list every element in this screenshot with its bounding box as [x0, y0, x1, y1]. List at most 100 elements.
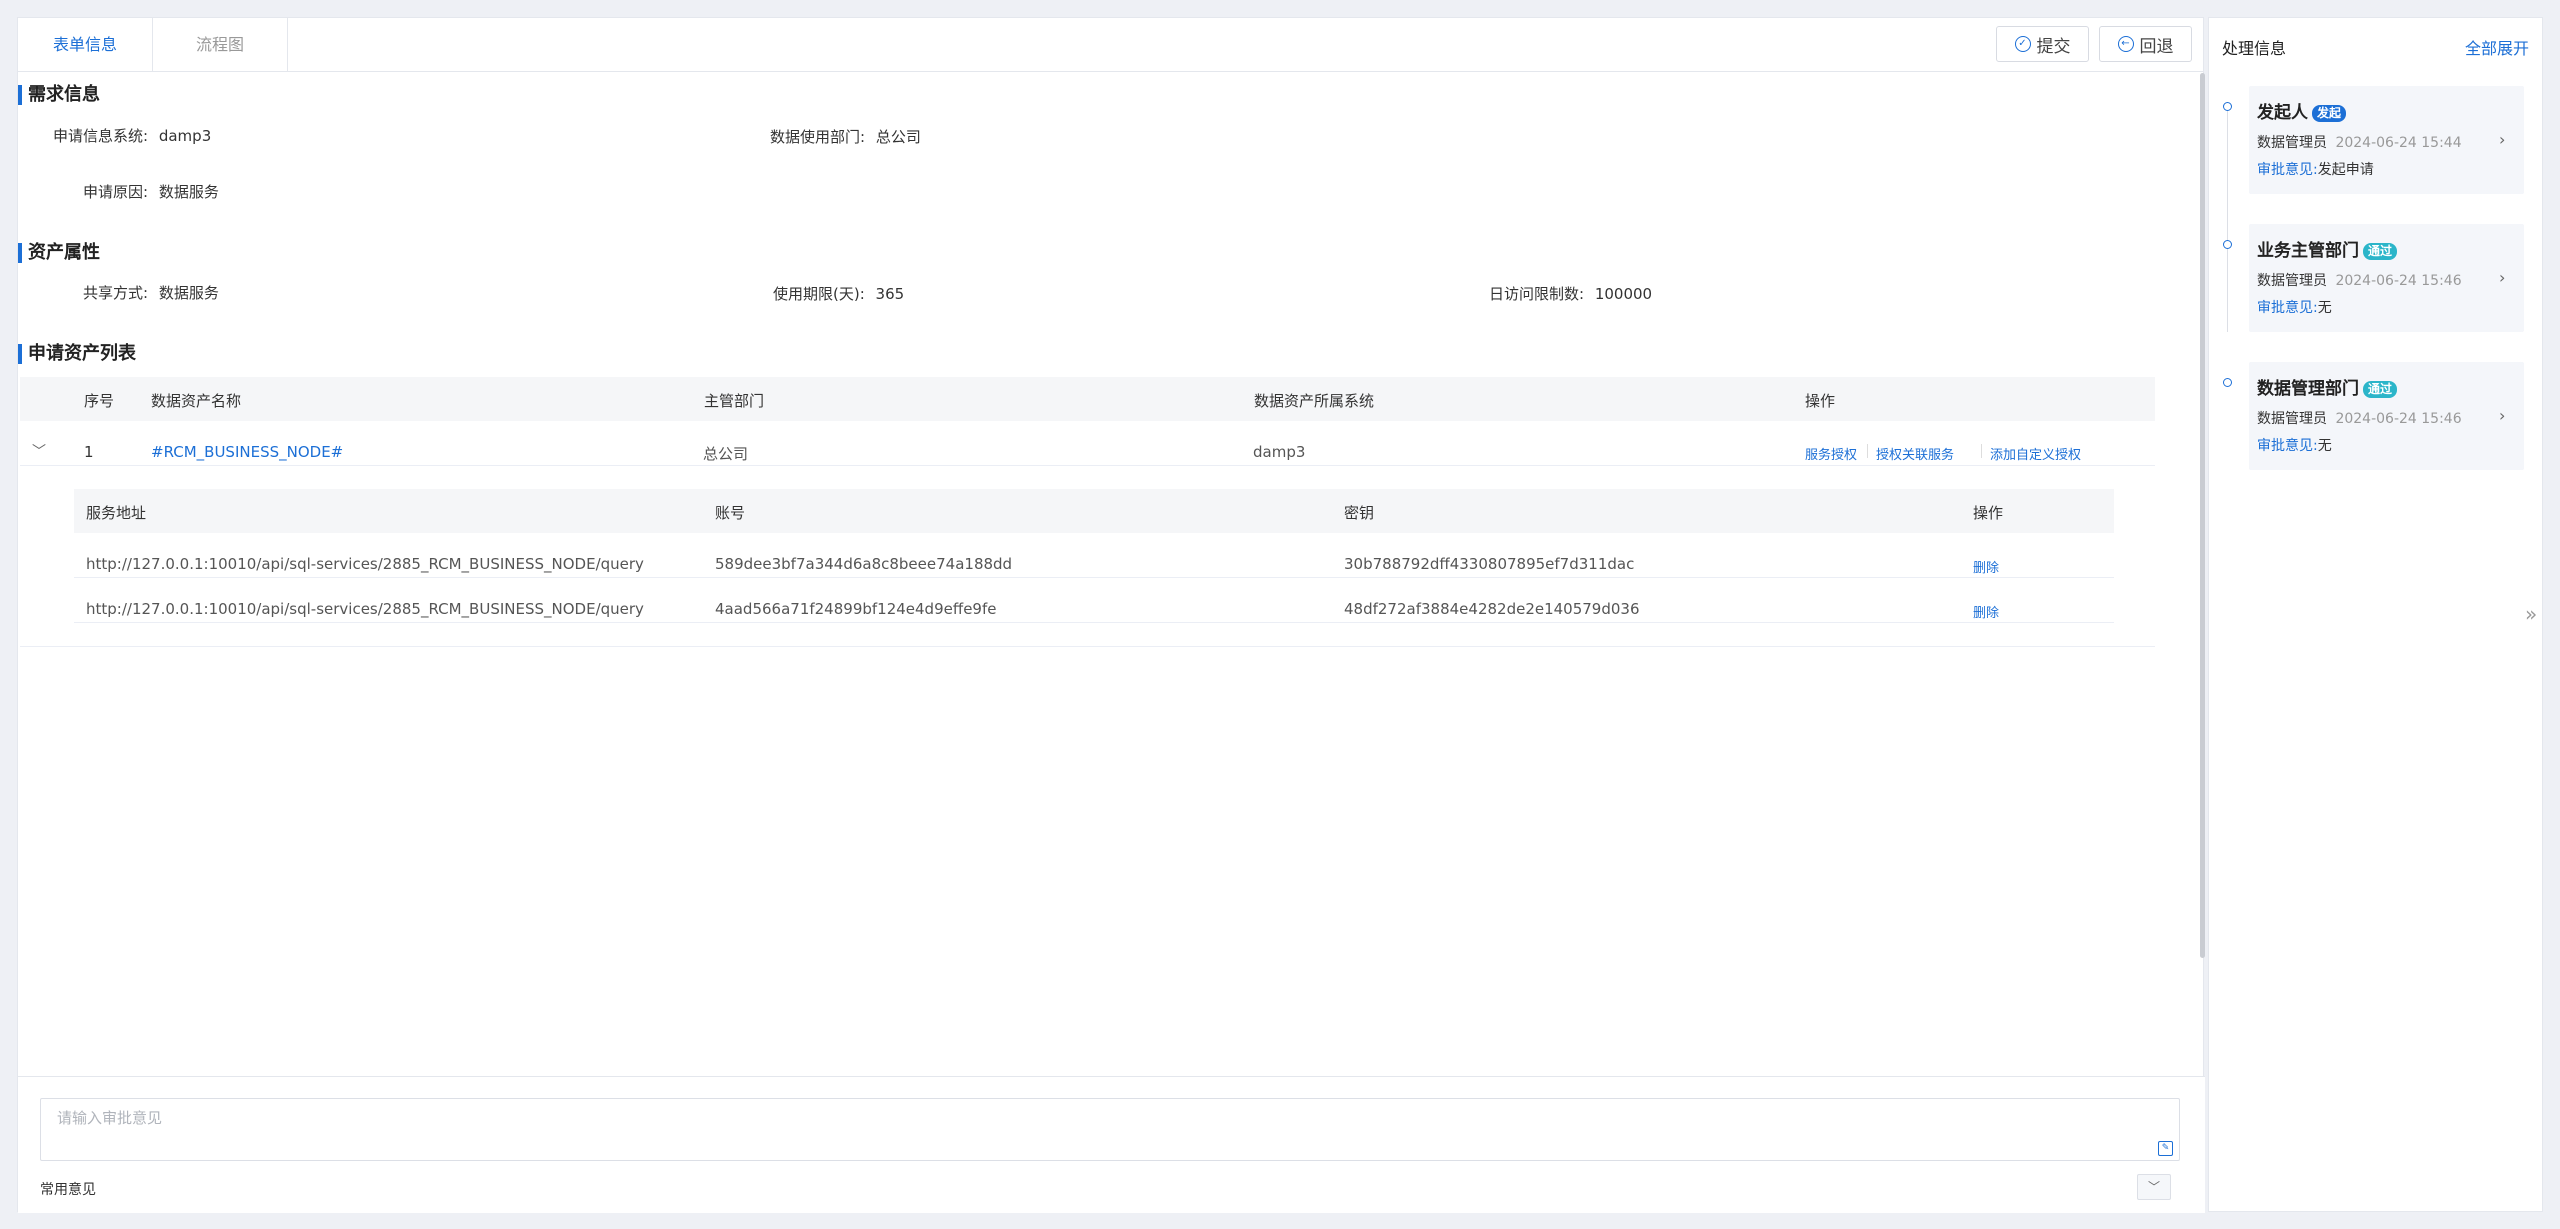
process-info-title: 处理信息 [2222, 39, 2287, 58]
node-title: 发起人 [2257, 103, 2308, 123]
service-account: 4aad566a71f24899bf124e4d9effe9fe [715, 600, 997, 618]
action-divider [1981, 444, 1982, 458]
service-secret: 30b788792dff4330807895ef7d311dac [1344, 555, 1635, 573]
timeline-node-business-dept[interactable]: 业务主管部门 通过 数据管理员 2024-06-24 15:46 › 审批意见:无 [2249, 224, 2524, 332]
section-title-asset-props: 资产属性 [18, 243, 100, 263]
back-button[interactable]: ← 回退 [2099, 26, 2192, 62]
use-period-value: 365 [875, 285, 905, 303]
collapse-panel-icon[interactable]: » [2525, 602, 2537, 626]
form-panel: 表单信息 流程图 ✓ 提交 ← 回退 需求信息 申请信息系统: damp3 数据… [17, 17, 2205, 1213]
col-header-service-url: 服务地址 [86, 504, 147, 522]
field-share-mode: 共享方式: 数据服务 [83, 284, 219, 302]
col-header-dept: 主管部门 [704, 392, 765, 410]
status-badge: 通过 [2363, 242, 2398, 260]
row-divider [74, 622, 2114, 623]
row-system: damp3 [1253, 443, 1306, 461]
col-header-service-actions: 操作 [1973, 504, 2004, 522]
row-dept: 总公司 [703, 445, 749, 463]
submit-button-label: 提交 [2036, 36, 2071, 57]
add-custom-auth-link[interactable]: 添加自定义授权 [1990, 444, 2081, 463]
col-header-asset-name: 数据资产名称 [151, 392, 242, 410]
action-divider [1867, 444, 1868, 458]
node-opinion: 审批意见:无 [2257, 300, 2332, 316]
common-opinion-label: 常用意见 [40, 1182, 96, 1198]
timeline-dot [2223, 240, 2232, 249]
col-header-account: 账号 [715, 504, 746, 522]
chevron-right-icon[interactable]: › [2499, 268, 2505, 287]
apply-system-value: damp3 [158, 127, 212, 145]
share-mode-value: 数据服务 [158, 284, 219, 302]
node-user: 数据管理员 [2257, 135, 2327, 151]
tab-form-info[interactable]: 表单信息 [18, 18, 153, 72]
node-time: 2024-06-24 15:46 [2335, 273, 2462, 289]
col-header-system: 数据资产所属系统 [1254, 392, 1375, 410]
expand-all-link[interactable]: 全部展开 [2465, 35, 2529, 59]
node-title-row: 数据管理部门 通过 [2257, 374, 2398, 399]
field-apply-reason: 申请原因: 数据服务 [83, 183, 219, 201]
node-meta: 数据管理员 2024-06-24 15:46 [2257, 270, 2462, 290]
back-button-label: 回退 [2139, 36, 2174, 57]
node-opinion: 审批意见:发起申请 [2257, 162, 2374, 178]
node-opinion-text: 无 [2317, 300, 2332, 316]
use-dept-value: 总公司 [875, 128, 921, 146]
chevron-right-icon[interactable]: › [2499, 130, 2505, 149]
bookmark-icon[interactable]: ✎ [2158, 1141, 2173, 1156]
col-header-actions: 操作 [1805, 392, 1836, 410]
tab-flowchart[interactable]: 流程图 [153, 18, 288, 72]
node-time: 2024-06-24 15:44 [2335, 135, 2462, 151]
col-header-secret: 密钥 [1344, 504, 1375, 522]
delete-link[interactable]: 删除 [1973, 557, 1999, 576]
chevron-right-icon[interactable]: › [2499, 406, 2505, 425]
timeline-dot [2223, 102, 2232, 111]
node-opinion: 审批意见:无 [2257, 438, 2332, 454]
row-divider [20, 465, 2155, 466]
node-title-row: 发起人 发起 [2257, 98, 2347, 123]
check-circle-icon: ✓ [2014, 36, 2031, 52]
col-header-index: 序号 [84, 392, 115, 410]
service-url: http://127.0.0.1:10010/api/sql-services/… [86, 600, 644, 618]
asset-name-link[interactable]: #RCM_BUSINESS_NODE# [151, 443, 343, 461]
row-divider [20, 646, 2155, 647]
chevron-down-icon[interactable]: ﹀ [32, 441, 46, 461]
submit-button[interactable]: ✓ 提交 [1996, 26, 2089, 62]
asset-table-header: 序号 数据资产名称 主管部门 数据资产所属系统 操作 [20, 377, 2155, 421]
vertical-scrollbar[interactable] [2200, 73, 2205, 958]
node-opinion-text: 无 [2317, 438, 2332, 454]
timeline-node-data-mgmt-dept[interactable]: 数据管理部门 通过 数据管理员 2024-06-24 15:46 › 审批意见:无 [2249, 362, 2524, 470]
apply-reason-value: 数据服务 [158, 183, 219, 201]
back-arrow-icon: ← [2117, 36, 2134, 52]
node-user: 数据管理员 [2257, 273, 2327, 289]
auth-related-service-link[interactable]: 授权关联服务 [1876, 444, 1954, 463]
field-apply-system: 申请信息系统: damp3 [53, 127, 212, 145]
opinion-input[interactable] [40, 1098, 2180, 1161]
status-badge: 通过 [2363, 380, 2398, 398]
timeline-node-initiator[interactable]: 发起人 发起 数据管理员 2024-06-24 15:44 › 审批意见:发起申请 [2249, 86, 2524, 194]
timeline-dot [2223, 378, 2232, 387]
service-url: http://127.0.0.1:10010/api/sql-services/… [86, 555, 644, 573]
tab-bar: 表单信息 流程图 [18, 18, 288, 72]
node-meta: 数据管理员 2024-06-24 15:44 [2257, 132, 2462, 152]
node-user: 数据管理员 [2257, 411, 2327, 427]
delete-link[interactable]: 删除 [1973, 602, 1999, 621]
node-meta: 数据管理员 2024-06-24 15:46 [2257, 408, 2462, 428]
service-table-header: 服务地址 账号 密钥 操作 [74, 489, 2114, 533]
status-badge: 发起 [2312, 104, 2347, 122]
node-title: 业务主管部门 [2257, 241, 2359, 261]
daily-limit-value: 100000 [1594, 285, 1653, 303]
service-account: 589dee3bf7a344d6a8c8beee74a188dd [715, 555, 1013, 573]
service-auth-link[interactable]: 服务授权 [1805, 444, 1857, 463]
common-opinion-dropdown[interactable]: ﹀ [2137, 1174, 2171, 1200]
service-secret: 48df272af3884e4282de2e140579d036 [1344, 600, 1640, 618]
node-opinion-text: 发起申请 [2317, 162, 2374, 178]
section-title-asset-list: 申请资产列表 [18, 344, 136, 364]
timeline-line [2227, 102, 2228, 332]
node-title: 数据管理部门 [2257, 379, 2359, 399]
node-title-row: 业务主管部门 通过 [2257, 236, 2398, 261]
field-use-period: 使用期限(天): 365 [773, 285, 905, 303]
opinion-area: ✎ 常用意见 ﹀ [18, 1076, 2205, 1213]
process-info-panel: 处理信息 全部展开 发起人 发起 数据管理员 2024-06-24 15:44 ›… [2208, 17, 2543, 1212]
field-use-dept: 数据使用部门: 总公司 [770, 128, 921, 146]
field-daily-limit: 日访问限制数: 100000 [1489, 285, 1653, 303]
row-index: 1 [84, 443, 94, 461]
chevron-down-icon: ﹀ [2147, 1180, 2160, 1194]
